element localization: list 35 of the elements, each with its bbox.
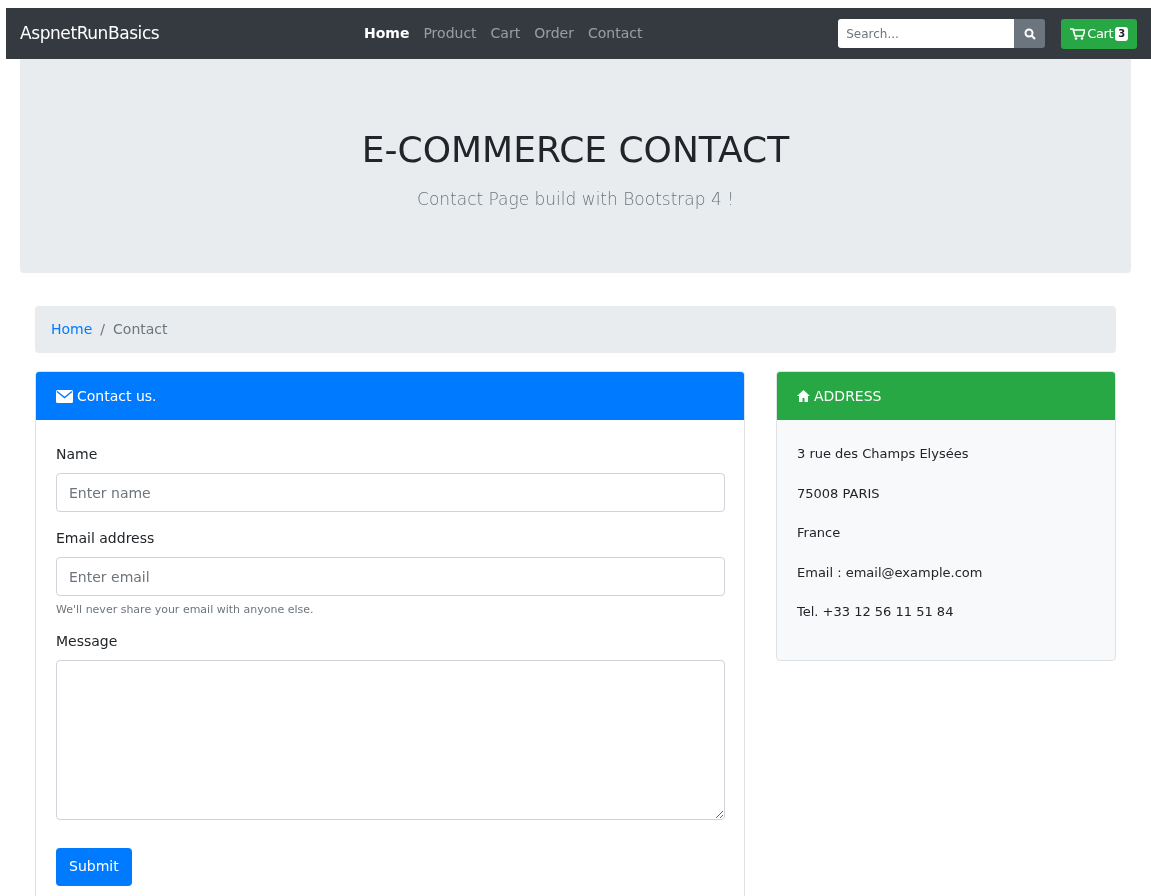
search-icon [1023,27,1036,40]
card-title: Contact us. [77,386,157,406]
field-label: Email address [56,529,156,548]
message-field[interactable] [56,659,725,820]
cart-label: Cart [1087,24,1114,43]
submit-button[interactable]: Submit [56,847,132,886]
help-text: We'll never share your email with anyone else. [56,602,315,618]
search-button[interactable] [1014,19,1046,48]
cart-icon [1070,27,1086,40]
breadcrumb-link[interactable]: Home [51,319,93,340]
nav-link[interactable]: Contact [588,23,643,44]
address-line: Tel. +33 12 56 11 51 84 [797,603,955,621]
input-field[interactable]: Enter name [56,473,725,512]
nav-link[interactable]: Order [534,23,574,44]
address-line: Email : email@example.com [797,563,984,582]
cart-button[interactable]: Cart 3 [1061,18,1137,49]
input-field[interactable]: Enter email [56,557,725,596]
field-label: Message [56,631,119,651]
hero-title: E-COMMERCE CONTACT [361,128,790,173]
nav-link[interactable]: Cart [490,23,521,44]
breadcrumb-current: Contact [113,320,168,339]
card-title: ADDRESS [814,386,882,406]
cart-count-badge: 3 [1115,26,1128,41]
envelope-icon [56,389,73,403]
search-field[interactable]: Search... [838,19,1015,48]
home-icon [797,390,810,402]
hero-subtitle: Contact Page build with Bootstrap 4 ! [417,188,734,212]
nav-link[interactable]: Product [423,23,477,44]
address-line: 3 rue des Champs Elysées [797,445,970,463]
breadcrumb-separator: / [99,320,107,339]
address-line: 75008 PARIS [797,484,881,503]
field-label: Name [56,445,99,464]
nav-link[interactable]: Home [364,23,410,44]
brand-link[interactable]: AspnetRunBasics [20,20,350,47]
address-line: France [797,524,842,542]
